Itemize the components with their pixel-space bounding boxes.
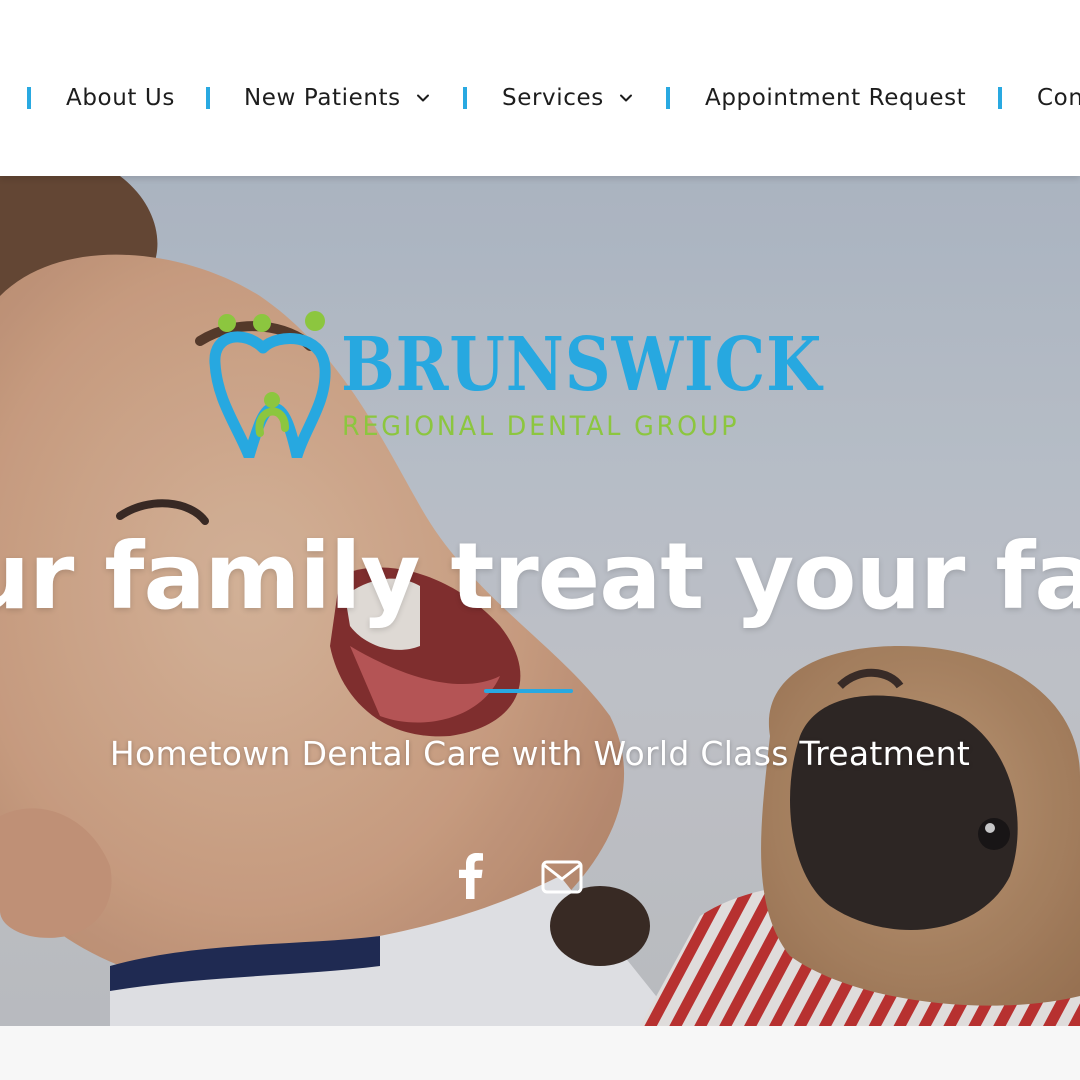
nav-item-label: Services — [502, 85, 604, 111]
logo-tagline: REGIONAL DENTAL GROUP — [342, 411, 740, 442]
logo-wordmark: BRUNSWICK — [341, 322, 823, 408]
nav-item-label: Con — [1037, 85, 1080, 111]
nav-separator — [463, 87, 467, 109]
facebook-icon — [459, 853, 483, 899]
nav-item-label: Appointment Request — [705, 85, 967, 111]
hero-subheadline: Hometown Dental Care with World Class Tr… — [109, 734, 971, 773]
hero-headline: ur family treat your fa — [0, 523, 1080, 630]
headline-divider — [484, 689, 573, 693]
hero-banner: BRUNSWICK REGIONAL DENTAL GROUP ur famil… — [0, 176, 1080, 1026]
envelope-icon — [541, 860, 583, 894]
tooth-family-logo-icon — [209, 311, 331, 458]
nav-item-services[interactable]: Services — [502, 82, 634, 114]
nav-separator — [206, 87, 210, 109]
chevron-down-icon — [416, 94, 429, 102]
nav-item-about-us[interactable]: About Us — [66, 82, 175, 114]
nav-item-label: About Us — [66, 85, 175, 111]
chevron-down-icon — [619, 94, 632, 102]
nav-item-label: New Patients — [244, 85, 401, 111]
nav-item-new-patients[interactable]: New Patients — [244, 82, 431, 114]
nav-item-appointment-request[interactable]: Appointment Request — [705, 82, 966, 114]
brand-logo[interactable]: BRUNSWICK REGIONAL DENTAL GROUP — [205, 308, 845, 463]
email-link[interactable] — [541, 860, 583, 906]
nav-item-contact[interactable]: Con — [1037, 82, 1080, 114]
nav-separator — [27, 87, 31, 109]
nav-separator — [998, 87, 1002, 109]
next-section-edge — [0, 1026, 1080, 1080]
facebook-link[interactable] — [455, 853, 485, 899]
nav-separator — [666, 87, 670, 109]
main-navigation: About Us New Patients Services Appointme… — [0, 0, 1080, 176]
